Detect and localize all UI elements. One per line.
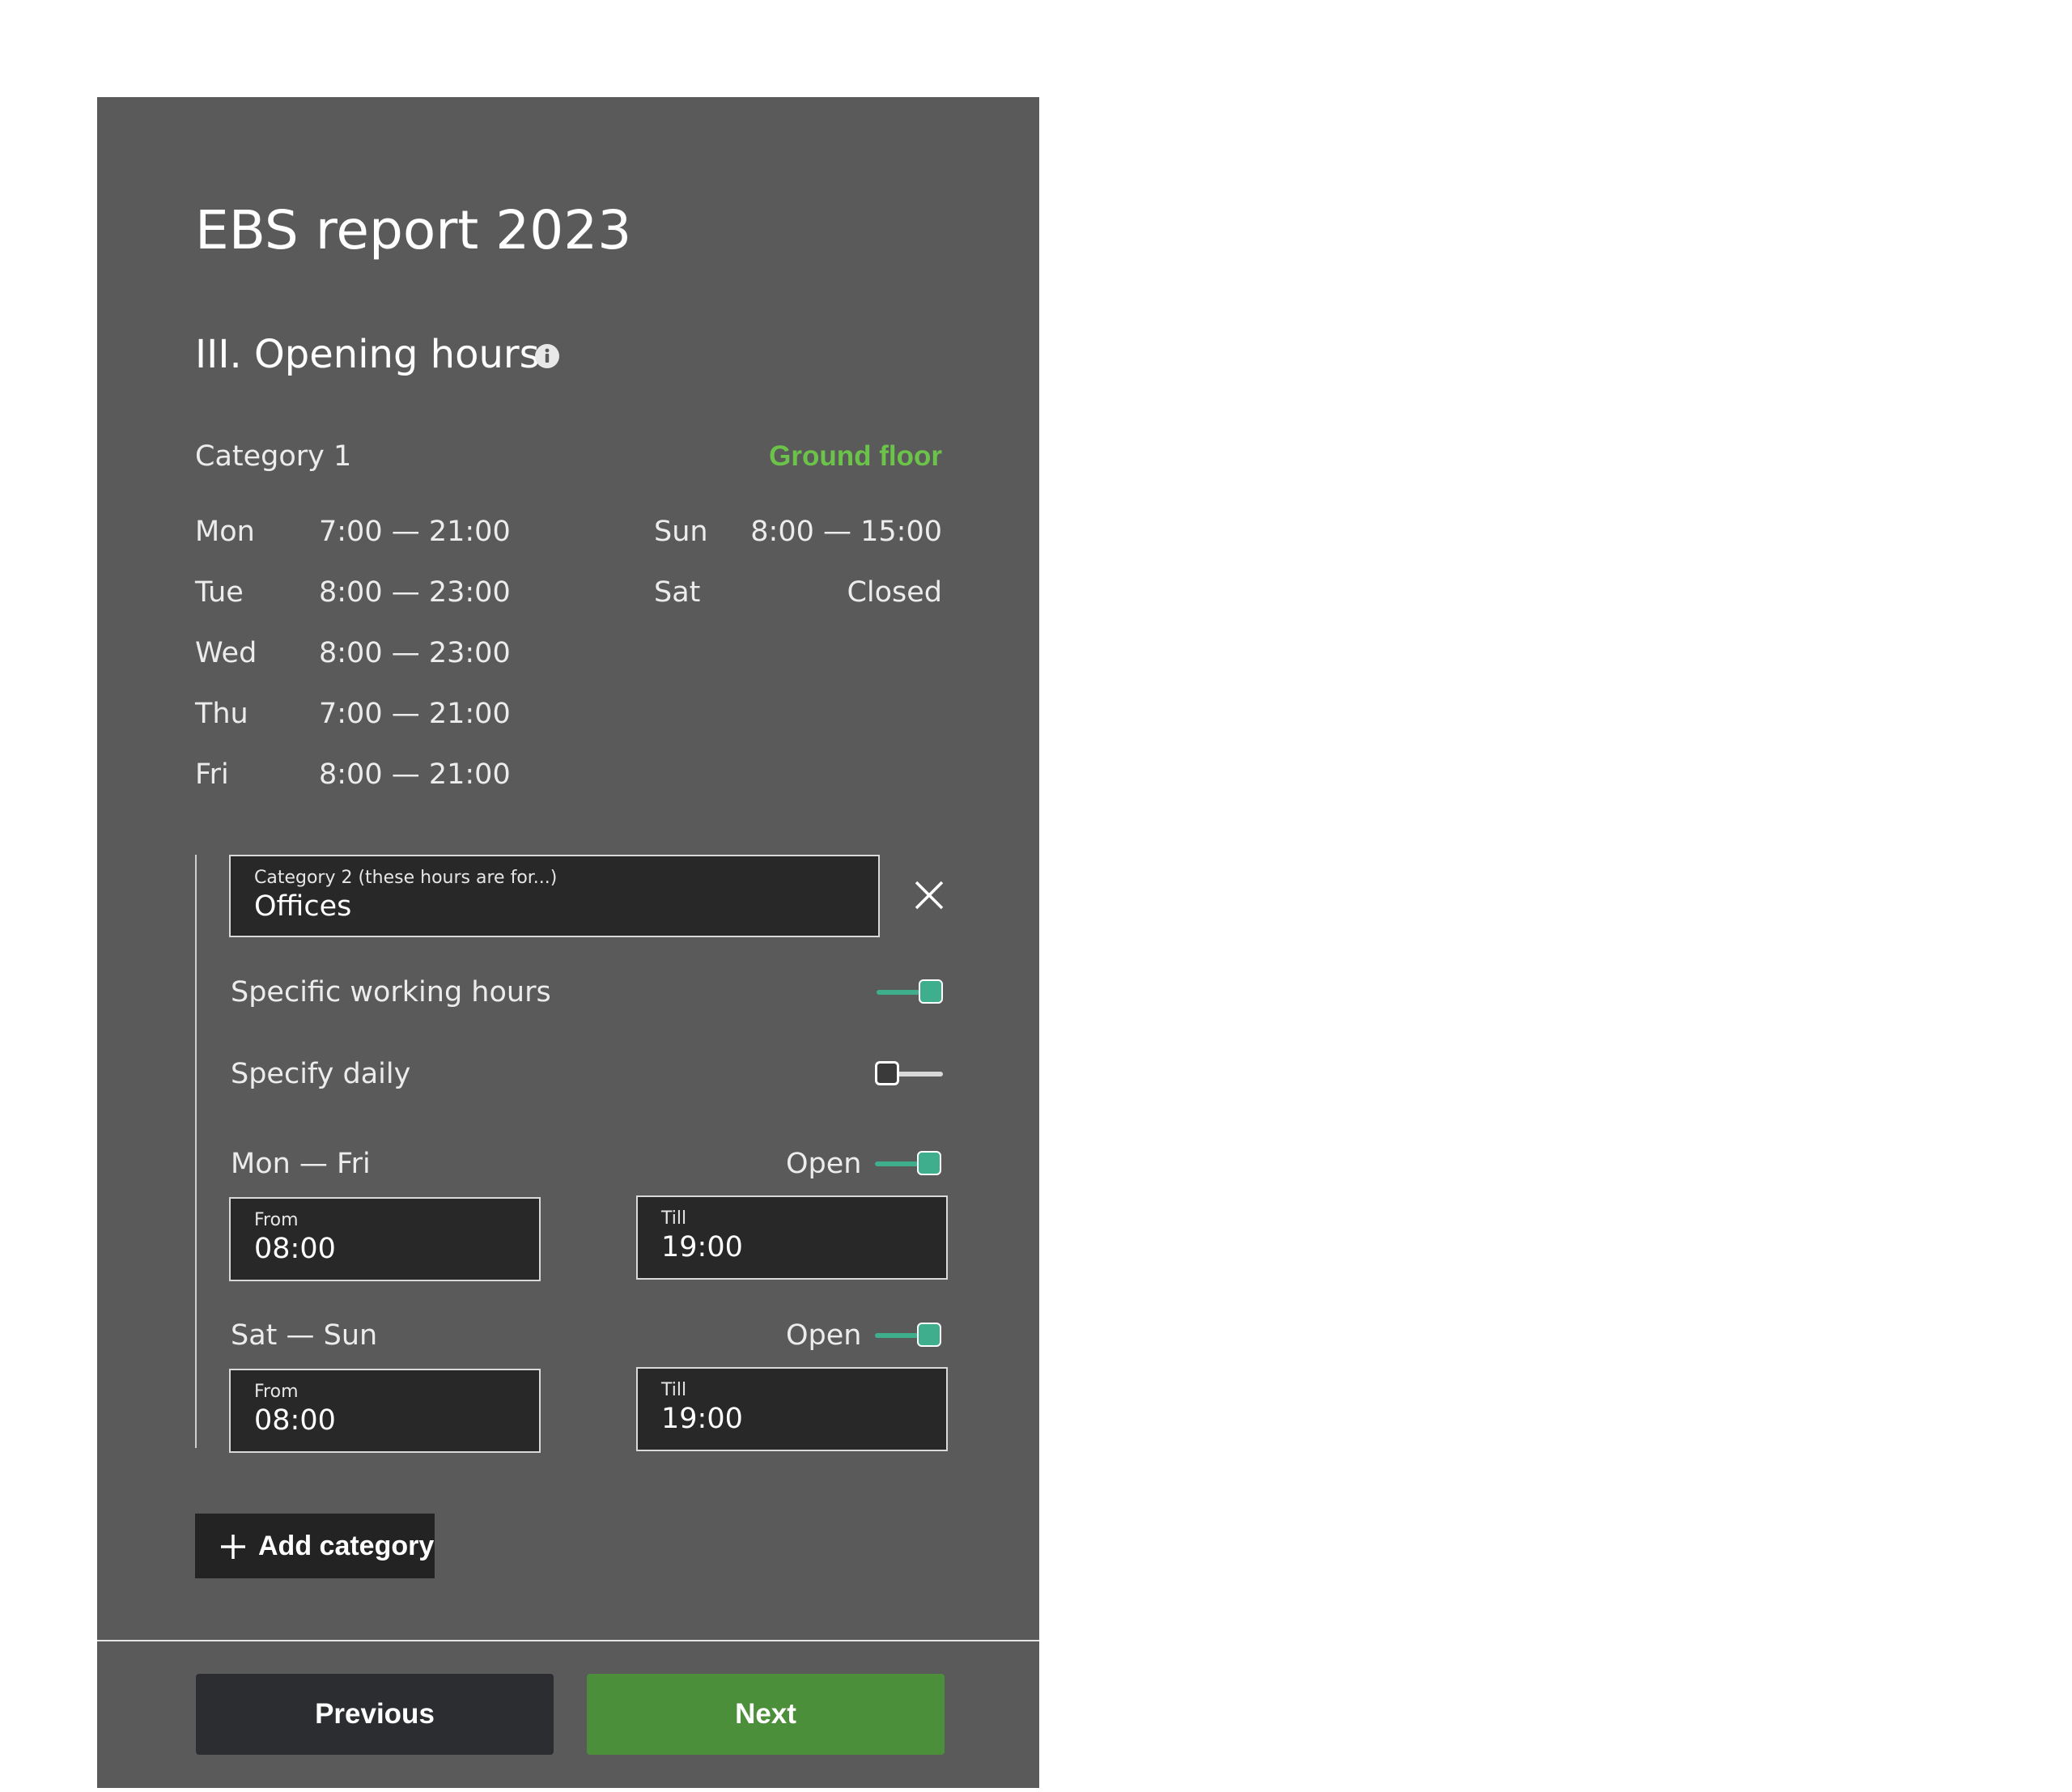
day-hours: 8:00 — 23:00 bbox=[319, 637, 511, 669]
section-title: III. Opening hours bbox=[195, 332, 540, 377]
day-hours-sun: 8:00 — 15:00 bbox=[750, 516, 942, 548]
specify-daily-toggle[interactable] bbox=[875, 1059, 943, 1089]
day-hours: 7:00 — 21:00 bbox=[319, 698, 511, 730]
day-name: Mon bbox=[195, 516, 255, 548]
day-name: Wed bbox=[195, 637, 257, 669]
day-name-sat: Sat bbox=[654, 576, 701, 609]
sat-sun-open-label: Open bbox=[786, 1319, 862, 1352]
mon-fri-open-toggle[interactable] bbox=[875, 1149, 943, 1178]
specify-daily-label: Specify daily bbox=[231, 1058, 411, 1090]
add-category-button[interactable]: Add category bbox=[195, 1514, 435, 1578]
footer-divider bbox=[97, 1640, 1039, 1641]
page-title: EBS report 2023 bbox=[195, 199, 632, 261]
category-2-name-field[interactable]: Category 2 (these hours are for...) Offi… bbox=[229, 855, 880, 937]
toggle-knob bbox=[917, 1323, 941, 1347]
category-1-label: Category 1 bbox=[195, 440, 352, 473]
day-name-sun: Sun bbox=[654, 516, 708, 548]
mon-fri-label: Mon — Fri bbox=[231, 1148, 371, 1180]
field-value: 19:00 bbox=[661, 1231, 743, 1263]
next-button[interactable]: Next bbox=[587, 1674, 945, 1755]
day-hours: 8:00 — 21:00 bbox=[319, 758, 511, 791]
field-label: From bbox=[254, 1210, 299, 1230]
field-label: Till bbox=[661, 1208, 687, 1229]
category-1-location: Ground floor bbox=[769, 440, 942, 472]
mon-fri-from-field[interactable]: From 08:00 bbox=[229, 1197, 541, 1281]
field-value: 08:00 bbox=[254, 1233, 336, 1265]
specific-working-hours-toggle[interactable] bbox=[877, 978, 945, 1007]
info-icon[interactable] bbox=[534, 343, 560, 369]
sat-sun-open-toggle[interactable] bbox=[875, 1321, 943, 1350]
sat-sun-from-field[interactable]: From 08:00 bbox=[229, 1369, 541, 1453]
day-hours: 8:00 — 23:00 bbox=[319, 576, 511, 609]
category-2-section: Category 2 (these hours are for...) Offi… bbox=[195, 855, 948, 1453]
field-label: Till bbox=[661, 1380, 687, 1400]
plus-icon bbox=[221, 1535, 245, 1559]
day-name: Fri bbox=[195, 758, 229, 791]
field-label: From bbox=[254, 1382, 299, 1402]
previous-button[interactable]: Previous bbox=[196, 1674, 554, 1755]
toggle-knob bbox=[875, 1061, 899, 1085]
toggle-knob bbox=[917, 1151, 941, 1175]
field-value: 19:00 bbox=[661, 1403, 743, 1435]
field-value: 08:00 bbox=[254, 1404, 336, 1437]
specific-working-hours-label: Specific working hours bbox=[231, 976, 551, 1009]
day-hours: 7:00 — 21:00 bbox=[319, 516, 511, 548]
close-icon[interactable] bbox=[913, 879, 945, 911]
field-value: Offices bbox=[254, 890, 352, 923]
day-hours-sat: Closed bbox=[847, 576, 942, 609]
toggle-knob bbox=[919, 979, 943, 1004]
sat-sun-label: Sat — Sun bbox=[231, 1319, 378, 1352]
day-name: Tue bbox=[195, 576, 244, 609]
sat-sun-till-field[interactable]: Till 19:00 bbox=[636, 1367, 948, 1451]
report-panel: EBS report 2023 III. Opening hours Categ… bbox=[97, 97, 1039, 1788]
field-label: Category 2 (these hours are for...) bbox=[254, 868, 558, 888]
mon-fri-open-label: Open bbox=[786, 1148, 862, 1180]
day-name: Thu bbox=[195, 698, 248, 730]
add-category-label: Add category bbox=[258, 1531, 435, 1561]
mon-fri-till-field[interactable]: Till 19:00 bbox=[636, 1195, 948, 1280]
